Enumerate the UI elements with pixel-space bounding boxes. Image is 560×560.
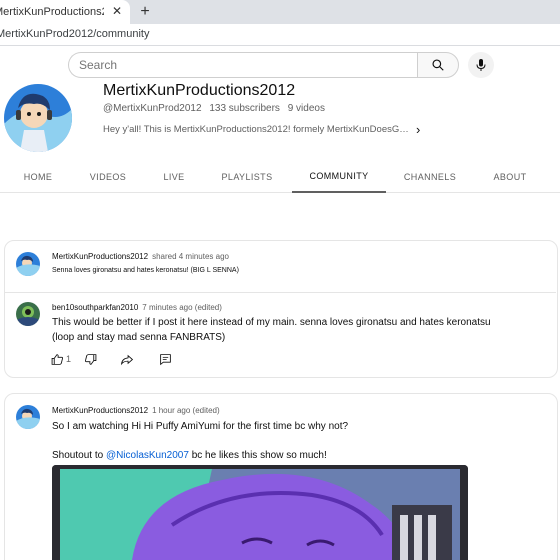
browser-tab-title: MertixKunProductions2012 - YouTube (0, 6, 104, 18)
like-count: 1 (65, 354, 71, 364)
browser-tab[interactable]: MertixKunProductions2012 - YouTube ✕ (0, 0, 130, 24)
search-button[interactable] (417, 52, 459, 78)
channel-description[interactable]: Hey y'all! This is MertixKunProductions2… (103, 124, 413, 135)
post-text: bc he likes this show so much! (188, 450, 327, 461)
shared-post-body: This would be better if I post it here i… (52, 315, 491, 345)
mention-link[interactable]: @NicolasKun2007 (106, 450, 189, 461)
channel-nav: HOME VIDEOS LIVE PLAYLISTS COMMUNITY CHA… (0, 160, 560, 193)
tab-about[interactable]: ABOUT (484, 160, 536, 193)
shared-post-text: Senna loves gironatsu and hates keronats… (52, 267, 239, 274)
video-count: 9 videos (287, 103, 325, 114)
comment-icon (159, 353, 171, 365)
url-text: MertixKunProd2012/community (0, 28, 150, 40)
channel-meta: @MertixKunProd2012 133 subscribers 9 vid… (103, 103, 330, 114)
shared-post-timestamp: 7 minutes ago (edited) (142, 303, 222, 312)
tab-home[interactable]: HOME (12, 160, 64, 193)
shared-post-line: (loop and stay mad senna FANBRATS) (52, 332, 226, 343)
like-button[interactable]: 1 (48, 349, 74, 369)
post-body-line: Shoutout to @NicolasKun2007 bc he likes … (52, 448, 327, 463)
tab-channels[interactable]: CHANNELS (398, 160, 462, 193)
post-author-name[interactable]: MertixKunProductions2012 (52, 252, 148, 261)
shared-post-line: This would be better if I post it here i… (52, 317, 491, 328)
avatar[interactable] (16, 302, 40, 326)
share-icon (121, 354, 134, 365)
browser-tab-bar: MertixKunProductions2012 - YouTube ✕ + (0, 0, 560, 24)
subscriber-count: 133 subscribers (209, 103, 280, 114)
dislike-button[interactable] (76, 349, 104, 369)
address-bar[interactable]: MertixKunProd2012/community (0, 24, 560, 46)
tab-videos[interactable]: VIDEOS (82, 160, 134, 193)
post-author: MertixKunProductions2012 shared 4 minutes… (52, 252, 229, 261)
tab-live[interactable]: LIVE (152, 160, 196, 193)
post-timestamp: shared 4 minutes ago (152, 252, 229, 261)
chevron-right-icon[interactable]: › (416, 122, 420, 137)
search-box (68, 52, 418, 78)
thumbs-up-icon (51, 353, 63, 365)
mic-icon (476, 59, 486, 71)
avatar[interactable] (16, 252, 40, 276)
post-text: Shoutout to (52, 450, 106, 461)
voice-search-button[interactable] (468, 52, 494, 78)
avatar[interactable] (16, 405, 40, 429)
post-author-name[interactable]: MertixKunProductions2012 (52, 406, 148, 415)
plus-icon[interactable]: + (136, 3, 154, 21)
post-divider (4, 292, 556, 293)
channel-name: MertixKunProductions2012 (103, 82, 296, 99)
post-actions: 1 (48, 349, 180, 369)
tab-playlists[interactable]: PLAYLISTS (214, 160, 280, 193)
shared-author-name[interactable]: ben10southparkfan2010 (52, 303, 138, 312)
close-icon[interactable]: ✕ (110, 4, 124, 18)
tab-community[interactable]: COMMUNITY (292, 160, 386, 193)
post-author: MertixKunProductions2012 1 hour ago (edit… (52, 406, 220, 415)
channel-handle: @MertixKunProd2012 (103, 103, 202, 114)
channel-avatar[interactable] (4, 84, 72, 152)
post-timestamp: 1 hour ago (edited) (152, 406, 220, 415)
search-icon (432, 59, 444, 71)
search-input[interactable] (69, 53, 418, 77)
comment-button[interactable] (150, 349, 180, 369)
post-image[interactable] (52, 465, 468, 560)
share-button[interactable] (112, 349, 142, 369)
post-body-line: So I am watching Hi Hi Puffy AmiYumi for… (52, 421, 349, 432)
thumbs-down-icon (84, 353, 96, 365)
shared-post-author: ben10southparkfan2010 7 minutes ago (edit… (52, 303, 222, 312)
